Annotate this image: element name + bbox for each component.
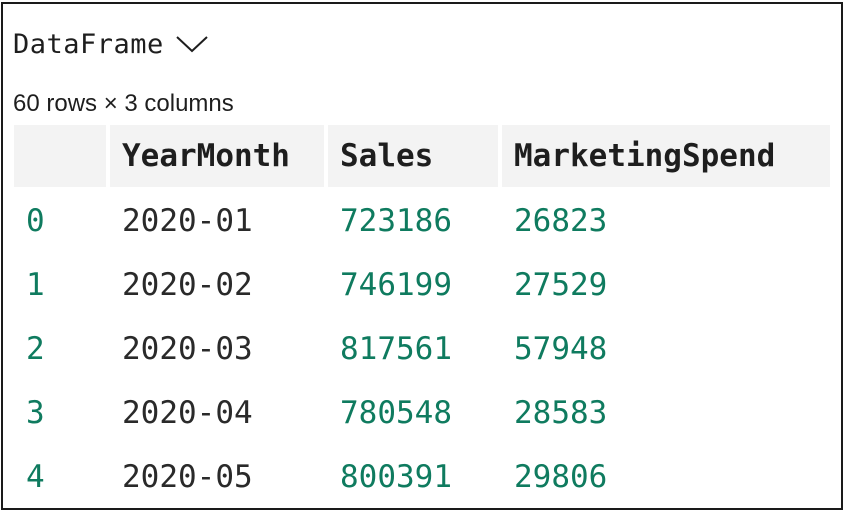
- cell-marketingspend: 26823: [514, 203, 608, 239]
- row-index: 2: [26, 331, 45, 367]
- row-index: 4: [26, 459, 45, 495]
- cell-marketingspend: 57948: [514, 331, 608, 367]
- row-index: 1: [26, 267, 45, 303]
- dataframe-table: YearMonth Sales MarketingSpend 0 2020-01…: [14, 125, 830, 508]
- cell-yearmonth: 2020-01: [122, 203, 253, 239]
- cell-marketingspend: 27529: [514, 267, 608, 303]
- dataframe-viewer: DataFrame 60 rows × 3 columns YearMonth …: [1, 2, 843, 510]
- column-header-index: [14, 125, 106, 187]
- cell-yearmonth: 2020-03: [122, 331, 253, 367]
- cell-marketingspend: 29806: [514, 459, 608, 495]
- cell-yearmonth: 2020-02: [122, 267, 253, 303]
- column-header-marketingspend[interactable]: MarketingSpend: [502, 125, 830, 187]
- row-index: 0: [26, 203, 45, 239]
- column-header-yearmonth[interactable]: YearMonth: [110, 125, 324, 187]
- cell-sales: 723186: [340, 203, 452, 239]
- chevron-down-icon[interactable]: [174, 32, 210, 56]
- dataframe-title: DataFrame: [13, 28, 164, 60]
- cell-sales: 800391: [340, 459, 452, 495]
- cell-sales: 780548: [340, 395, 452, 431]
- row-index: 3: [26, 395, 45, 431]
- column-header-sales[interactable]: Sales: [328, 125, 498, 187]
- cell-marketingspend: 28583: [514, 395, 608, 431]
- dataframe-shape-label: 60 rows × 3 columns: [13, 90, 234, 117]
- cell-yearmonth: 2020-04: [122, 395, 253, 431]
- cell-sales: 817561: [340, 331, 452, 367]
- dataframe-header-toggle[interactable]: DataFrame: [13, 24, 210, 64]
- cell-sales: 746199: [340, 267, 452, 303]
- cell-yearmonth: 2020-05: [122, 459, 253, 495]
